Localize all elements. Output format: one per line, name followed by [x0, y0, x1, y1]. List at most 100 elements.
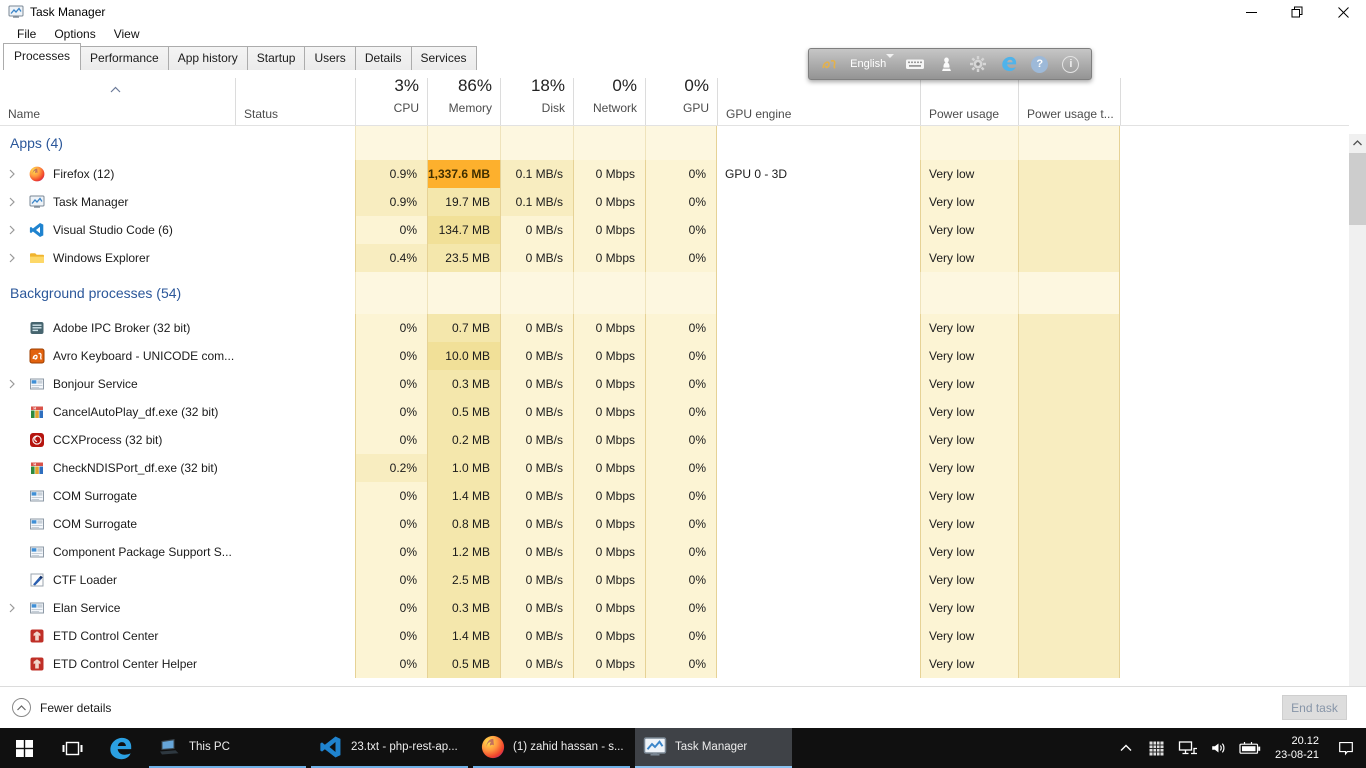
process-row[interactable]: Task Manager 0.9% 19.7 MB 0.1 MB/s 0 Mbp… [0, 188, 1349, 216]
column-header-cpu[interactable]: 3%CPU [355, 78, 427, 125]
svg-text:H: H [34, 407, 37, 411]
column-header-gpu-engine[interactable]: GPU engine [717, 78, 920, 125]
process-name: CancelAutoPlay_df.exe (32 bit) [53, 398, 218, 426]
tab-users[interactable]: Users [304, 46, 355, 70]
process-row[interactable]: Component Package Support S... 0% 1.2 MB… [0, 538, 1349, 566]
keyboard-icon[interactable] [905, 53, 925, 75]
tab-details[interactable]: Details [355, 46, 412, 70]
process-row[interactable]: Firefox (12) 0.9% 1,337.6 MB 0.1 MB/s 0 … [0, 160, 1349, 188]
process-row[interactable]: COM Surrogate 0% 0.8 MB 0 MB/s 0 Mbps 0%… [0, 510, 1349, 538]
fewer-details-toggle[interactable]: Fewer details [12, 698, 111, 717]
tab-services[interactable]: Services [411, 46, 477, 70]
minimize-button[interactable] [1228, 0, 1274, 24]
process-row[interactable]: ETD Control Center Helper 0% 0.5 MB 0 MB… [0, 650, 1349, 678]
tray-chevron-up-icon[interactable] [1114, 734, 1138, 762]
expand-chevron-icon[interactable] [9, 197, 19, 207]
settings-gear-icon[interactable] [967, 53, 987, 75]
column-header-power-usage[interactable]: Power usage [920, 78, 1018, 125]
expand-chevron-icon[interactable] [9, 379, 19, 389]
tab-processes[interactable]: Processes [3, 43, 81, 70]
gpu-engine-cell [717, 510, 920, 538]
group-header-row[interactable]: Apps (4) [0, 126, 1349, 160]
process-row[interactable]: ETD Control Center 0% 1.4 MB 0 MB/s 0 Mb… [0, 622, 1349, 650]
process-row[interactable]: Avro Keyboard - UNICODE com... 0% 10.0 M… [0, 342, 1349, 370]
process-row[interactable]: CTF Loader 0% 2.5 MB 0 MB/s 0 Mbps 0% Ve… [0, 566, 1349, 594]
edge-icon[interactable] [96, 728, 144, 768]
group-header-row[interactable]: Background processes (54) [0, 272, 1349, 314]
tab-performance[interactable]: Performance [80, 46, 169, 70]
expand-chevron-icon[interactable] [9, 225, 19, 235]
column-header-gpu[interactable]: 0%GPU [645, 78, 717, 125]
taskbar-window-23-txt-php-rest-ap[interactable]: 23.txt - php-rest-ap... [311, 728, 468, 768]
process-row[interactable]: Adobe IPC Broker (32 bit) 0% 0.7 MB 0 MB… [0, 314, 1349, 342]
disk-cell: 0.1 MB/s [500, 160, 573, 188]
taskbar-window-this-pc[interactable]: This PC [149, 728, 306, 768]
about-icon[interactable]: i [1061, 53, 1081, 75]
gpu-engine-cell [717, 482, 920, 510]
start-button[interactable] [0, 728, 48, 768]
avro-tray-icon[interactable] [1145, 734, 1169, 762]
cpu-cell: 0.9% [355, 160, 427, 188]
process-row[interactable]: Visual Studio Code (6) 0% 134.7 MB 0 MB/… [0, 216, 1349, 244]
column-header-memory[interactable]: 86%Memory [427, 78, 500, 125]
memory-cell: 2.5 MB [427, 566, 500, 594]
disk-cell: 0 MB/s [500, 398, 573, 426]
vertical-scrollbar[interactable] [1349, 134, 1366, 686]
menu-view[interactable]: View [105, 25, 149, 43]
status-cell [235, 398, 355, 426]
disk-cell: 0 MB/s [500, 538, 573, 566]
scroll-up-icon[interactable] [1349, 134, 1366, 151]
power-trend-cell [1018, 454, 1120, 482]
close-button[interactable] [1320, 0, 1366, 24]
process-name: Visual Studio Code (6) [53, 216, 173, 244]
browser-icon[interactable] [999, 53, 1019, 75]
task-view-button[interactable] [48, 728, 96, 768]
taskbar-window-1-zahid-hassan-s[interactable]: (1) zahid hassan - s... [473, 728, 630, 768]
group-label: Apps (4) [0, 126, 63, 160]
avro-mouse-icon[interactable] [936, 53, 956, 75]
process-row[interactable]: CCXProcess (32 bit) 0% 0.2 MB 0 MB/s 0 M… [0, 426, 1349, 454]
language-selector[interactable]: English [850, 59, 894, 70]
column-header-name[interactable]: Name [0, 78, 235, 125]
volume-icon[interactable] [1207, 734, 1231, 762]
taskbar-window-label: (1) zahid hassan - s... [513, 741, 624, 753]
process-row[interactable]: HCheckNDISPort_df.exe (32 bit) 0.2% 1.0 … [0, 454, 1349, 482]
memory-cell: 0.8 MB [427, 510, 500, 538]
avro-logo-icon[interactable] [819, 53, 839, 75]
taskbar-window-task-manager[interactable]: Task Manager [635, 728, 792, 768]
process-row[interactable]: Elan Service 0% 0.3 MB 0 MB/s 0 Mbps 0% … [0, 594, 1349, 622]
action-center-icon[interactable] [1334, 734, 1358, 762]
cpu-cell: 0.4% [355, 244, 427, 272]
help-icon[interactable]: ? [1030, 53, 1050, 75]
menu-file[interactable]: File [8, 25, 45, 43]
battery-icon[interactable] [1238, 734, 1262, 762]
column-header-status[interactable]: Status [235, 78, 355, 125]
gpu-engine-cell [717, 188, 920, 216]
gpu-cell: 0% [645, 216, 717, 244]
firefox-icon [29, 166, 45, 182]
gpu-cell: 0% [645, 594, 717, 622]
gpu-cell: 0% [645, 650, 717, 678]
restore-button[interactable] [1274, 0, 1320, 24]
process-row[interactable]: Windows Explorer 0.4% 23.5 MB 0 MB/s 0 M… [0, 244, 1349, 272]
disk-cell: 0 MB/s [500, 650, 573, 678]
end-task-button[interactable]: End task [1282, 695, 1347, 720]
expand-chevron-icon[interactable] [9, 253, 19, 263]
expand-chevron-icon[interactable] [9, 169, 19, 179]
tab-app-history[interactable]: App history [168, 46, 248, 70]
menu-options[interactable]: Options [45, 25, 104, 43]
expand-chevron-icon[interactable] [9, 603, 19, 613]
tab-startup[interactable]: Startup [247, 46, 306, 70]
column-header-power-usage-trend[interactable]: Power usage t... [1018, 78, 1120, 125]
process-row[interactable]: Bonjour Service 0% 0.3 MB 0 MB/s 0 Mbps … [0, 370, 1349, 398]
clock[interactable]: 20.1223-08-21 [1275, 734, 1319, 762]
gpu-cell: 0% [645, 244, 717, 272]
process-row[interactable]: HCancelAutoPlay_df.exe (32 bit) 0% 0.5 M… [0, 398, 1349, 426]
column-header-disk[interactable]: 18%Disk [500, 78, 573, 125]
network-cell: 0 Mbps [573, 538, 645, 566]
scrollbar-thumb[interactable] [1349, 153, 1366, 225]
column-header-network[interactable]: 0%Network [573, 78, 645, 125]
process-row[interactable]: COM Surrogate 0% 1.4 MB 0 MB/s 0 Mbps 0%… [0, 482, 1349, 510]
network-icon[interactable] [1176, 734, 1200, 762]
titlebar[interactable]: Task Manager [0, 0, 1366, 24]
